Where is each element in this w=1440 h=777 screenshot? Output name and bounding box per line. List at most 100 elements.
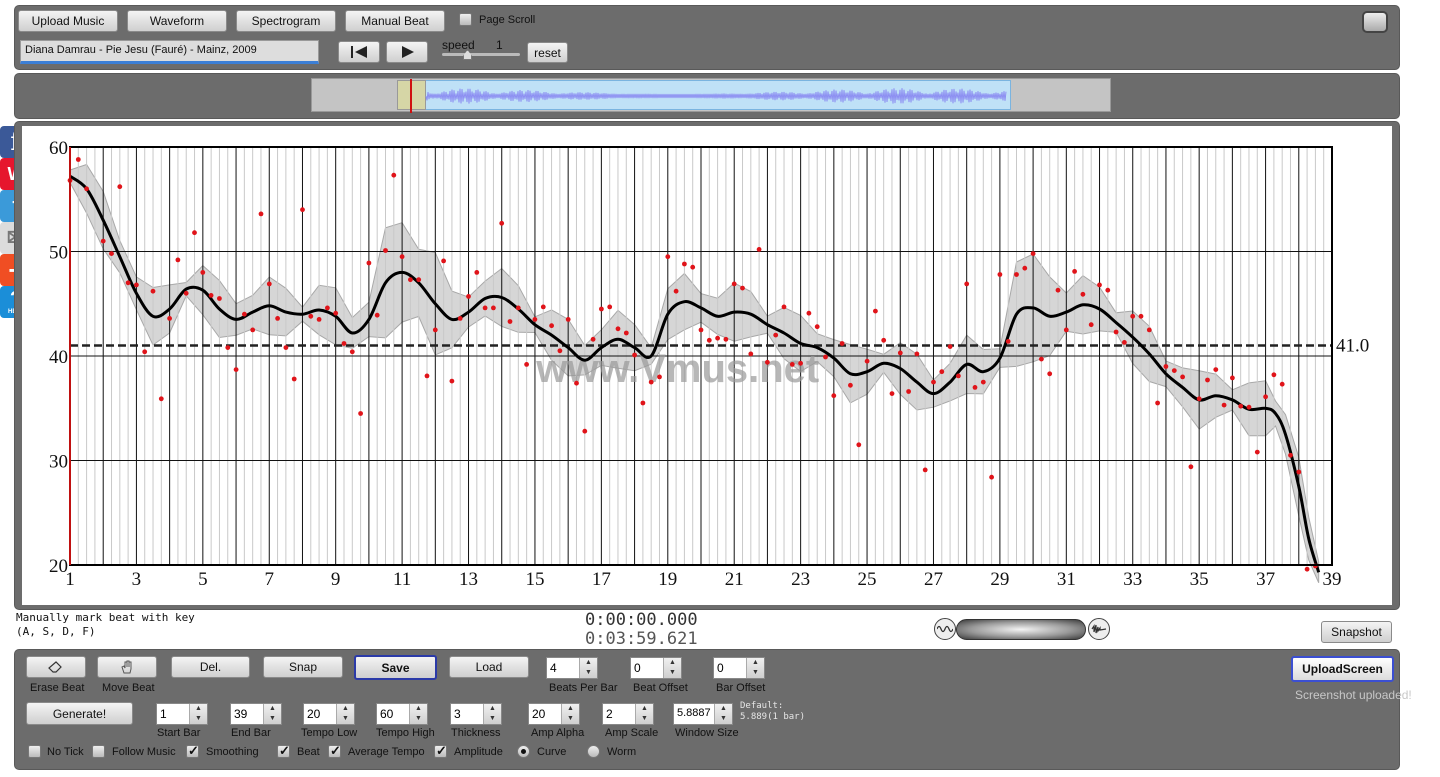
- beat-point: [1180, 374, 1185, 380]
- playhead-marker[interactable]: [410, 79, 412, 113]
- snapshot-button[interactable]: Snapshot: [1321, 621, 1392, 643]
- follow-music-checkbox[interactable]: [92, 745, 105, 758]
- window-size-stepper[interactable]: ▲ ▼: [714, 704, 732, 724]
- spectrogram-button[interactable]: Spectrogram: [236, 10, 336, 32]
- reset-button[interactable]: reset: [527, 42, 568, 63]
- start-bar-input[interactable]: 1 ▲ ▼: [156, 703, 208, 725]
- beat-point: [814, 324, 820, 330]
- amp-scale-value: 2: [606, 707, 613, 721]
- move-beat-button[interactable]: [97, 656, 157, 678]
- upload-music-button[interactable]: Upload Music: [18, 10, 118, 32]
- beat-point: [1213, 367, 1219, 372]
- track-title-field[interactable]: Diana Damrau - Pie Jesu (Fauré) - Mainz,…: [20, 40, 319, 64]
- speed-slider[interactable]: [442, 53, 520, 56]
- amp-alpha-input[interactable]: 20 ▲ ▼: [528, 703, 580, 725]
- beats-per-bar-input[interactable]: 4 ▲ ▼: [546, 657, 598, 679]
- load-button[interactable]: Load: [449, 656, 529, 678]
- beat-point: [615, 326, 621, 332]
- generate-button[interactable]: Generate!: [26, 702, 133, 725]
- x-tick-label: 37: [1256, 569, 1275, 590]
- beat-offset-input[interactable]: 0 ▲ ▼: [630, 657, 682, 679]
- beat-offset-stepper[interactable]: ▲ ▼: [663, 658, 681, 678]
- beat-point: [109, 251, 114, 256]
- beat-point: [864, 358, 870, 364]
- amp-alpha-value: 20: [532, 707, 546, 721]
- beat-point: [831, 393, 837, 399]
- beat-point: [1263, 394, 1268, 400]
- tempo-low-input[interactable]: 20 ▲ ▼: [303, 703, 355, 725]
- beat-point: [507, 319, 513, 324]
- waveform-button[interactable]: Waveform: [127, 10, 227, 32]
- bar-offset-input[interactable]: 0 ▲ ▼: [713, 657, 765, 679]
- tempo-chart[interactable]: www.Vmus.net 41.060504030201 3 5 7 9 11 13 15 17…: [22, 126, 1392, 605]
- x-tick-label: 15: [525, 569, 544, 590]
- waveform-mode-icon[interactable]: [934, 618, 956, 640]
- snap-button[interactable]: Snap: [263, 656, 343, 678]
- tempo-high-stepper[interactable]: ▲ ▼: [409, 704, 427, 724]
- overview-wave: [425, 88, 1007, 104]
- x-tick-label: 19: [658, 569, 677, 590]
- beat-point: [1097, 282, 1102, 288]
- end-bar-input[interactable]: 39 ▲ ▼: [230, 703, 282, 725]
- beat-point: [84, 186, 89, 192]
- beat-point: [781, 304, 787, 310]
- beats-per-bar-stepper[interactable]: ▲ ▼: [579, 658, 597, 678]
- beat-point: [731, 281, 737, 287]
- beat-point: [1171, 368, 1177, 373]
- beat-point: [947, 344, 953, 349]
- beat-point: [1188, 464, 1194, 470]
- beat-point: [715, 335, 720, 341]
- play-button[interactable]: [386, 41, 428, 63]
- beat-offset-value: 0: [634, 661, 641, 675]
- beat-point: [698, 327, 704, 333]
- amp-scale-label: Amp Scale: [605, 727, 659, 739]
- beat-point: [1130, 313, 1136, 319]
- amplitude-checkbox[interactable]: [434, 743, 447, 759]
- upload-screen-button[interactable]: UploadScreen: [1291, 656, 1394, 682]
- no-tick-checkbox[interactable]: [28, 745, 41, 758]
- beat-point: [980, 379, 986, 385]
- bar-offset-stepper[interactable]: ▲ ▼: [746, 658, 764, 678]
- thickness-stepper[interactable]: ▲ ▼: [483, 704, 501, 724]
- thickness-input[interactable]: 3 ▲ ▼: [450, 703, 502, 725]
- x-tick-label: 39: [1323, 569, 1342, 590]
- curve-label: Curve: [537, 746, 567, 758]
- y-tick-label: 50: [49, 243, 68, 264]
- volume-slider[interactable]: [956, 619, 1086, 640]
- tempo-low-stepper[interactable]: ▲ ▼: [336, 704, 354, 724]
- beat-point: [673, 288, 679, 294]
- worm-radio[interactable]: [587, 745, 600, 758]
- beat-point: [258, 211, 264, 217]
- start-bar-stepper[interactable]: ▲ ▼: [189, 704, 207, 724]
- overview-waveform[interactable]: [311, 78, 1111, 113]
- end-bar-stepper[interactable]: ▲ ▼: [263, 704, 281, 724]
- beat-point: [341, 341, 347, 346]
- beat-checkbox[interactable]: [277, 743, 290, 759]
- amp-alpha-stepper[interactable]: ▲ ▼: [561, 704, 579, 724]
- spectrum-mode-icon[interactable]: [1088, 618, 1110, 640]
- beat-point: [1055, 287, 1061, 293]
- average-tempo-checkbox[interactable]: [328, 743, 341, 759]
- thickness-value: 3: [454, 707, 461, 721]
- beat-point: [349, 349, 355, 355]
- y-tick-label: 60: [49, 138, 68, 159]
- smoothing-label: Smoothing: [206, 746, 259, 758]
- tempo-high-input[interactable]: 60 ▲ ▼: [376, 703, 428, 725]
- beat-point: [1238, 403, 1244, 409]
- page-scroll-checkbox[interactable]: [459, 13, 472, 26]
- erase-beat-button[interactable]: [26, 656, 86, 678]
- save-button[interactable]: Save: [354, 655, 437, 680]
- x-tick-label: 11: [393, 569, 411, 590]
- delete-button[interactable]: Del.: [171, 656, 250, 678]
- amp-scale-input[interactable]: 2 ▲ ▼: [602, 703, 654, 725]
- beat-point: [325, 305, 330, 311]
- beat-point: [142, 349, 148, 355]
- beat-point: [623, 330, 629, 336]
- amp-scale-stepper[interactable]: ▲ ▼: [635, 704, 653, 724]
- window-size-input[interactable]: 5.8887 ▲ ▼: [673, 703, 733, 725]
- curve-radio[interactable]: [517, 745, 530, 758]
- window-mode-icon[interactable]: [1362, 11, 1388, 33]
- manual-beat-button[interactable]: Manual Beat: [345, 10, 445, 32]
- smoothing-checkbox[interactable]: [186, 743, 199, 759]
- skip-start-button[interactable]: [338, 41, 380, 63]
